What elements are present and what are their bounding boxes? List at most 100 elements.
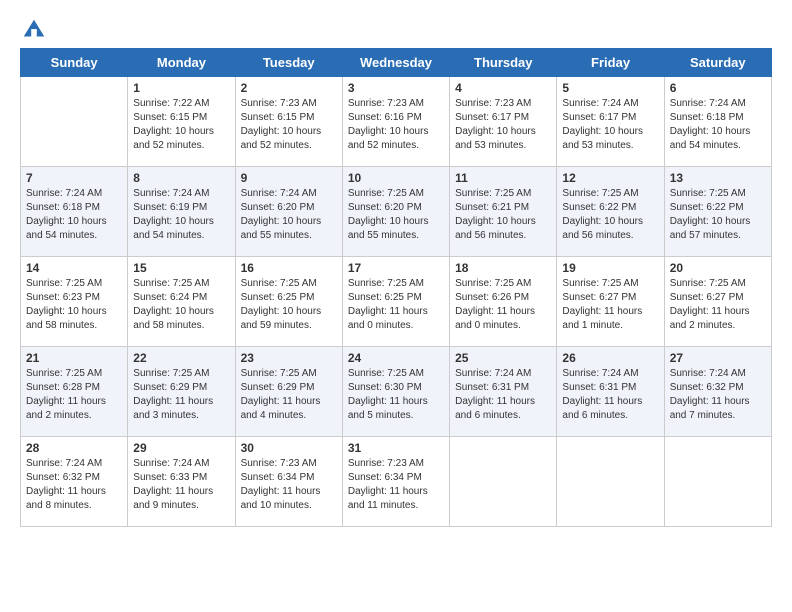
day-number: 8: [133, 171, 229, 185]
day-number: 1: [133, 81, 229, 95]
day-number: 20: [670, 261, 766, 275]
day-number: 18: [455, 261, 551, 275]
day-info: Sunrise: 7:25 AMSunset: 6:20 PMDaylight:…: [348, 187, 444, 243]
day-number: 25: [455, 351, 551, 365]
calendar-cell: 28 Sunrise: 7:24 AMSunset: 6:32 PMDayligh…: [21, 437, 128, 527]
calendar-cell: 9 Sunrise: 7:24 AMSunset: 6:20 PMDaylight…: [235, 167, 342, 257]
calendar-cell: 15 Sunrise: 7:25 AMSunset: 6:24 PMDayligh…: [128, 257, 235, 347]
day-number: 6: [670, 81, 766, 95]
day-number: 14: [26, 261, 122, 275]
day-number: 5: [562, 81, 658, 95]
calendar-cell: 24 Sunrise: 7:25 AMSunset: 6:30 PMDayligh…: [342, 347, 449, 437]
day-number: 10: [348, 171, 444, 185]
day-info: Sunrise: 7:23 AMSunset: 6:17 PMDaylight:…: [455, 97, 551, 153]
calendar-cell: 1 Sunrise: 7:22 AMSunset: 6:15 PMDaylight…: [128, 77, 235, 167]
weekday-header-saturday: Saturday: [664, 49, 771, 77]
weekday-header-tuesday: Tuesday: [235, 49, 342, 77]
day-info: Sunrise: 7:25 AMSunset: 6:22 PMDaylight:…: [562, 187, 658, 243]
day-info: Sunrise: 7:25 AMSunset: 6:25 PMDaylight:…: [348, 277, 444, 333]
day-number: 2: [241, 81, 337, 95]
day-number: 9: [241, 171, 337, 185]
week-row-4: 21 Sunrise: 7:25 AMSunset: 6:28 PMDayligh…: [21, 347, 772, 437]
weekday-header-monday: Monday: [128, 49, 235, 77]
day-info: Sunrise: 7:23 AMSunset: 6:16 PMDaylight:…: [348, 97, 444, 153]
weekday-header-row: SundayMondayTuesdayWednesdayThursdayFrid…: [21, 49, 772, 77]
day-info: Sunrise: 7:25 AMSunset: 6:29 PMDaylight:…: [133, 367, 229, 423]
day-number: 16: [241, 261, 337, 275]
day-info: Sunrise: 7:24 AMSunset: 6:32 PMDaylight:…: [670, 367, 766, 423]
day-number: 7: [26, 171, 122, 185]
day-info: Sunrise: 7:25 AMSunset: 6:30 PMDaylight:…: [348, 367, 444, 423]
day-number: 24: [348, 351, 444, 365]
calendar-cell: 31Sunrise: 7:23 AMSunset: 6:34 PMDayligh…: [342, 437, 449, 527]
calendar-cell: 14 Sunrise: 7:25 AMSunset: 6:23 PMDayligh…: [21, 257, 128, 347]
calendar-cell: 30 Sunrise: 7:23 AMSunset: 6:34 PMDayligh…: [235, 437, 342, 527]
day-info: Sunrise: 7:24 AMSunset: 6:31 PMDaylight:…: [562, 367, 658, 423]
calendar-cell: 17 Sunrise: 7:25 AMSunset: 6:25 PMDayligh…: [342, 257, 449, 347]
calendar-cell: 5 Sunrise: 7:24 AMSunset: 6:17 PMDaylight…: [557, 77, 664, 167]
logo-icon: [20, 16, 48, 44]
day-info: Sunrise: 7:25 AMSunset: 6:24 PMDaylight:…: [133, 277, 229, 333]
week-row-2: 7 Sunrise: 7:24 AMSunset: 6:18 PMDaylight…: [21, 167, 772, 257]
calendar-cell: 29Sunrise: 7:24 AMSunset: 6:33 PMDayligh…: [128, 437, 235, 527]
day-info: Sunrise: 7:25 AMSunset: 6:22 PMDaylight:…: [670, 187, 766, 243]
calendar-cell: 19 Sunrise: 7:25 AMSunset: 6:27 PMDayligh…: [557, 257, 664, 347]
day-number: 12: [562, 171, 658, 185]
day-number: 29: [133, 441, 229, 455]
calendar-cell: 27 Sunrise: 7:24 AMSunset: 6:32 PMDayligh…: [664, 347, 771, 437]
day-number: 21: [26, 351, 122, 365]
calendar-cell: [21, 77, 128, 167]
calendar-cell: 3 Sunrise: 7:23 AMSunset: 6:16 PMDaylight…: [342, 77, 449, 167]
calendar-cell: 16Sunrise: 7:25 AMSunset: 6:25 PMDayligh…: [235, 257, 342, 347]
week-row-1: 1 Sunrise: 7:22 AMSunset: 6:15 PMDaylight…: [21, 77, 772, 167]
calendar-cell: 23Sunrise: 7:25 AMSunset: 6:29 PMDayligh…: [235, 347, 342, 437]
day-info: Sunrise: 7:25 AMSunset: 6:26 PMDaylight:…: [455, 277, 551, 333]
page-header: [20, 10, 772, 44]
day-info: Sunrise: 7:25 AMSunset: 6:27 PMDaylight:…: [562, 277, 658, 333]
day-number: 19: [562, 261, 658, 275]
day-number: 28: [26, 441, 122, 455]
day-info: Sunrise: 7:25 AMSunset: 6:27 PMDaylight:…: [670, 277, 766, 333]
day-info: Sunrise: 7:25 AMSunset: 6:28 PMDaylight:…: [26, 367, 122, 423]
calendar-cell: 22 Sunrise: 7:25 AMSunset: 6:29 PMDayligh…: [128, 347, 235, 437]
day-info: Sunrise: 7:23 AMSunset: 6:34 PMDaylight:…: [348, 457, 444, 513]
week-row-3: 14 Sunrise: 7:25 AMSunset: 6:23 PMDayligh…: [21, 257, 772, 347]
calendar-cell: 7 Sunrise: 7:24 AMSunset: 6:18 PMDaylight…: [21, 167, 128, 257]
day-info: Sunrise: 7:25 AMSunset: 6:29 PMDaylight:…: [241, 367, 337, 423]
day-number: 3: [348, 81, 444, 95]
day-info: Sunrise: 7:22 AMSunset: 6:15 PMDaylight:…: [133, 97, 229, 153]
day-info: Sunrise: 7:24 AMSunset: 6:32 PMDaylight:…: [26, 457, 122, 513]
calendar-cell: 18 Sunrise: 7:25 AMSunset: 6:26 PMDayligh…: [450, 257, 557, 347]
day-number: 15: [133, 261, 229, 275]
day-info: Sunrise: 7:24 AMSunset: 6:18 PMDaylight:…: [26, 187, 122, 243]
day-number: 11: [455, 171, 551, 185]
day-number: 30: [241, 441, 337, 455]
calendar-cell: 12 Sunrise: 7:25 AMSunset: 6:22 PMDayligh…: [557, 167, 664, 257]
day-number: 22: [133, 351, 229, 365]
day-number: 17: [348, 261, 444, 275]
day-info: Sunrise: 7:24 AMSunset: 6:20 PMDaylight:…: [241, 187, 337, 243]
calendar-cell: [450, 437, 557, 527]
logo: [20, 16, 52, 44]
day-info: Sunrise: 7:24 AMSunset: 6:17 PMDaylight:…: [562, 97, 658, 153]
day-info: Sunrise: 7:23 AMSunset: 6:34 PMDaylight:…: [241, 457, 337, 513]
day-info: Sunrise: 7:24 AMSunset: 6:31 PMDaylight:…: [455, 367, 551, 423]
calendar-cell: 13 Sunrise: 7:25 AMSunset: 6:22 PMDayligh…: [664, 167, 771, 257]
day-number: 13: [670, 171, 766, 185]
calendar-cell: 20 Sunrise: 7:25 AMSunset: 6:27 PMDayligh…: [664, 257, 771, 347]
calendar-cell: 25 Sunrise: 7:24 AMSunset: 6:31 PMDayligh…: [450, 347, 557, 437]
calendar-cell: 10 Sunrise: 7:25 AMSunset: 6:20 PMDayligh…: [342, 167, 449, 257]
day-info: Sunrise: 7:23 AMSunset: 6:15 PMDaylight:…: [241, 97, 337, 153]
day-number: 26: [562, 351, 658, 365]
calendar-cell: 4Sunrise: 7:23 AMSunset: 6:17 PMDaylight…: [450, 77, 557, 167]
day-number: 27: [670, 351, 766, 365]
day-info: Sunrise: 7:24 AMSunset: 6:18 PMDaylight:…: [670, 97, 766, 153]
calendar-cell: 26 Sunrise: 7:24 AMSunset: 6:31 PMDayligh…: [557, 347, 664, 437]
calendar-cell: 21 Sunrise: 7:25 AMSunset: 6:28 PMDayligh…: [21, 347, 128, 437]
calendar-table: SundayMondayTuesdayWednesdayThursdayFrid…: [20, 48, 772, 527]
calendar-cell: 8Sunrise: 7:24 AMSunset: 6:19 PMDaylight…: [128, 167, 235, 257]
calendar-cell: 2 Sunrise: 7:23 AMSunset: 6:15 PMDaylight…: [235, 77, 342, 167]
day-info: Sunrise: 7:25 AMSunset: 6:23 PMDaylight:…: [26, 277, 122, 333]
calendar-cell: [557, 437, 664, 527]
calendar-cell: 11Sunrise: 7:25 AMSunset: 6:21 PMDayligh…: [450, 167, 557, 257]
